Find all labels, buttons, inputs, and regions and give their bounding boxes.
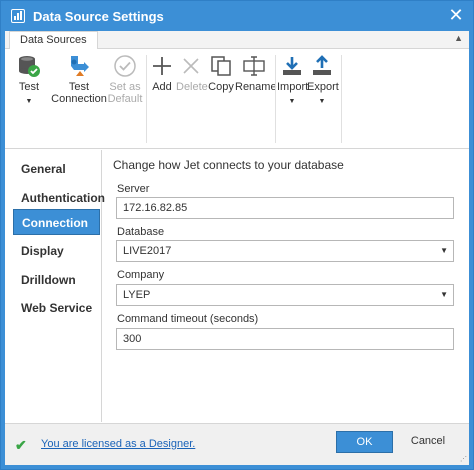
- dialog-window: Data Source Settings ✕ Data Sources ▲ Te…: [0, 0, 474, 470]
- import-dropdown-icon[interactable]: ▼: [277, 96, 307, 108]
- dialog-client-area: Data Sources ▲ Test ▼ Test Connection Se…: [5, 31, 469, 465]
- test-connection-button[interactable]: Test Connection: [51, 53, 107, 105]
- window-title: Data Source Settings: [33, 8, 164, 24]
- nav-item-authentication[interactable]: Authentication: [13, 185, 105, 211]
- company-select[interactable]: LYEP ▼: [116, 284, 454, 306]
- rename-label: Rename: [235, 81, 277, 93]
- timeout-label: Command timeout (seconds): [117, 313, 259, 325]
- license-link[interactable]: You are licensed as a Designer.: [41, 438, 195, 450]
- company-label: Company: [117, 269, 165, 281]
- nav-item-connection[interactable]: Connection: [13, 209, 100, 235]
- database-value: LIVE2017: [123, 245, 172, 257]
- set-default-label-line1: Set as: [109, 81, 141, 93]
- export-icon: [307, 53, 337, 79]
- set-as-default-button[interactable]: Set as Default: [107, 53, 143, 105]
- app-chart-icon: [11, 9, 25, 23]
- test-connection-icon: [51, 53, 107, 79]
- nav-item-general[interactable]: General: [13, 156, 100, 182]
- checkmark-circle-icon: [107, 53, 143, 79]
- resize-grip-icon[interactable]: ⋰: [460, 455, 467, 463]
- cancel-button[interactable]: Cancel: [403, 431, 453, 453]
- dialog-footer: ✔ You are licensed as a Designer. OK Can…: [5, 423, 469, 465]
- company-value: LYEP: [123, 289, 151, 301]
- server-label: Server: [117, 183, 150, 195]
- export-button[interactable]: Export ▼: [307, 53, 339, 108]
- connection-panel: Change how Jet connects to your database…: [103, 150, 469, 422]
- rename-icon: [235, 53, 273, 79]
- import-button[interactable]: Import ▼: [277, 53, 309, 108]
- nav-item-display[interactable]: Display: [13, 238, 100, 264]
- copy-icon: [207, 53, 235, 79]
- add-button[interactable]: Add: [149, 53, 175, 93]
- test-label: Test: [18, 81, 40, 93]
- chevron-down-icon[interactable]: ▼: [440, 285, 448, 305]
- plus-icon: [149, 53, 175, 79]
- import-icon: [277, 53, 307, 79]
- test-button[interactable]: Test ▼: [11, 53, 47, 108]
- copy-button[interactable]: Copy: [207, 53, 235, 93]
- title-bar[interactable]: Data Source Settings ✕: [1, 1, 473, 31]
- ok-button[interactable]: OK: [336, 431, 393, 453]
- delete-label: Delete: [176, 81, 208, 93]
- delete-button[interactable]: Delete: [176, 53, 208, 93]
- close-button[interactable]: ✕: [447, 6, 465, 25]
- ribbon-toolbar: Test ▼ Test Connection Set as Default Ad…: [5, 49, 469, 149]
- set-default-label-line2: Default: [107, 93, 143, 105]
- check-icon: ✔: [15, 437, 27, 453]
- ribbon-separator: [275, 55, 276, 143]
- rename-button[interactable]: Rename: [235, 53, 277, 93]
- ribbon-collapse-icon[interactable]: ▲: [454, 33, 463, 43]
- timeout-field[interactable]: 300: [116, 328, 454, 350]
- panel-heading: Change how Jet connects to your database: [113, 158, 344, 172]
- test-connection-label-line1: Test: [68, 81, 90, 93]
- settings-nav: General Authentication Connection Displa…: [5, 150, 105, 422]
- ribbon-tab-strip: Data Sources ▲: [5, 31, 469, 50]
- nav-item-web-service[interactable]: Web Service: [13, 295, 100, 321]
- x-icon: [176, 53, 206, 79]
- export-dropdown-icon[interactable]: ▼: [307, 96, 337, 108]
- add-label: Add: [152, 81, 172, 93]
- tab-data-sources[interactable]: Data Sources: [9, 31, 98, 50]
- ribbon-separator: [341, 55, 342, 143]
- test-connection-label-line2: Connection: [51, 93, 107, 105]
- test-dropdown-icon[interactable]: ▼: [11, 96, 47, 108]
- database-check-icon: [11, 53, 47, 79]
- database-select[interactable]: LIVE2017 ▼: [116, 240, 454, 262]
- import-label: Import: [277, 81, 309, 93]
- server-field[interactable]: 172.16.82.85: [116, 197, 454, 219]
- chevron-down-icon[interactable]: ▼: [440, 241, 448, 261]
- database-label: Database: [117, 226, 165, 238]
- ribbon-separator: [146, 55, 147, 143]
- export-label: Export: [307, 81, 339, 93]
- copy-label: Copy: [208, 81, 234, 93]
- nav-item-drilldown[interactable]: Drilldown: [13, 267, 100, 293]
